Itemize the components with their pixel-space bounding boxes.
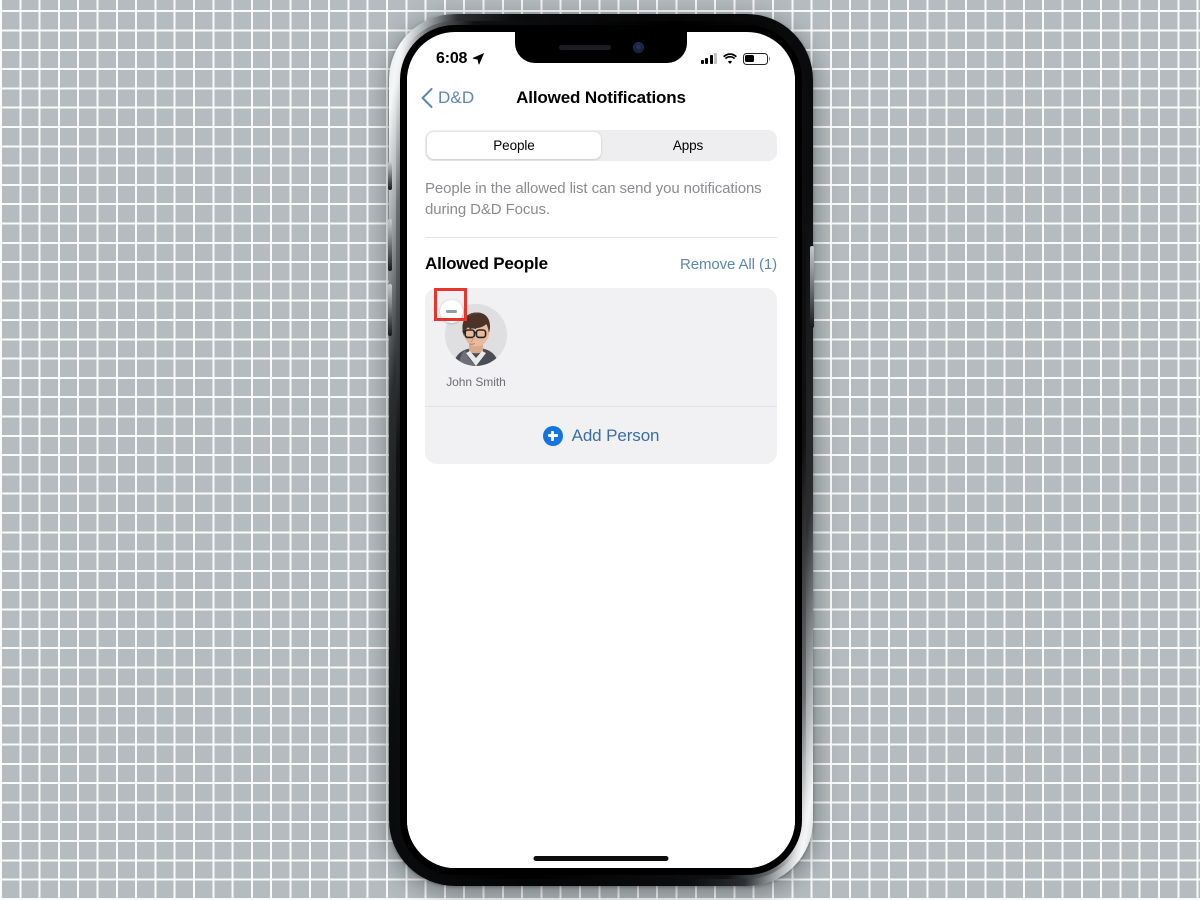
back-button-label: D&D xyxy=(438,88,475,107)
remove-all-button[interactable]: Remove All (1) xyxy=(680,256,777,273)
tab-apps[interactable]: Apps xyxy=(601,132,775,159)
avatar-wrapper xyxy=(440,300,507,366)
location-arrow-icon xyxy=(473,52,485,65)
speaker-grille-icon xyxy=(558,45,611,50)
remove-badge-john-smith[interactable] xyxy=(440,300,463,323)
volume-down-button[interactable] xyxy=(388,284,392,336)
status-bar-right xyxy=(700,52,768,65)
phone-inner-bezel: 6:08 D&D Allowed Notifications People Ap… xyxy=(400,25,802,875)
status-bar-left: 6:08 xyxy=(436,50,485,68)
silent-switch-button[interactable] xyxy=(388,162,392,190)
minus-circle-icon xyxy=(446,310,457,313)
segmented-control: People Apps xyxy=(425,130,777,161)
battery-icon xyxy=(743,52,768,65)
add-person-button[interactable]: Add Person xyxy=(425,406,777,464)
cellular-bars-icon xyxy=(700,53,717,64)
notch xyxy=(515,32,687,63)
nav-bar: D&D Allowed Notifications xyxy=(407,76,795,120)
phone-screen: 6:08 D&D Allowed Notifications People Ap… xyxy=(407,32,795,868)
volume-up-button[interactable] xyxy=(388,219,392,271)
allowed-people-card: John Smith Add Person xyxy=(425,288,777,464)
person-item[interactable]: John Smith xyxy=(440,300,509,389)
chevron-left-icon xyxy=(421,88,433,108)
content-area: People Apps People in the allowed list c… xyxy=(407,120,795,868)
section-header: Allowed People Remove All (1) xyxy=(425,238,777,288)
status-time: 6:08 xyxy=(436,49,468,67)
person-name: John Smith xyxy=(446,375,506,389)
front-camera-icon xyxy=(632,42,644,53)
tab-people[interactable]: People xyxy=(427,132,601,159)
section-description: People in the allowed list can send you … xyxy=(425,179,777,238)
section-title: Allowed People xyxy=(425,254,548,273)
home-indicator[interactable] xyxy=(533,856,669,861)
add-person-label: Add Person xyxy=(571,425,660,445)
plus-circle-icon xyxy=(542,425,563,446)
phone-device-frame: 6:08 D&D Allowed Notifications People Ap… xyxy=(388,14,814,886)
people-grid: John Smith xyxy=(425,288,777,406)
back-button[interactable]: D&D xyxy=(421,88,474,108)
wifi-icon xyxy=(723,52,737,64)
power-button[interactable] xyxy=(810,246,814,328)
